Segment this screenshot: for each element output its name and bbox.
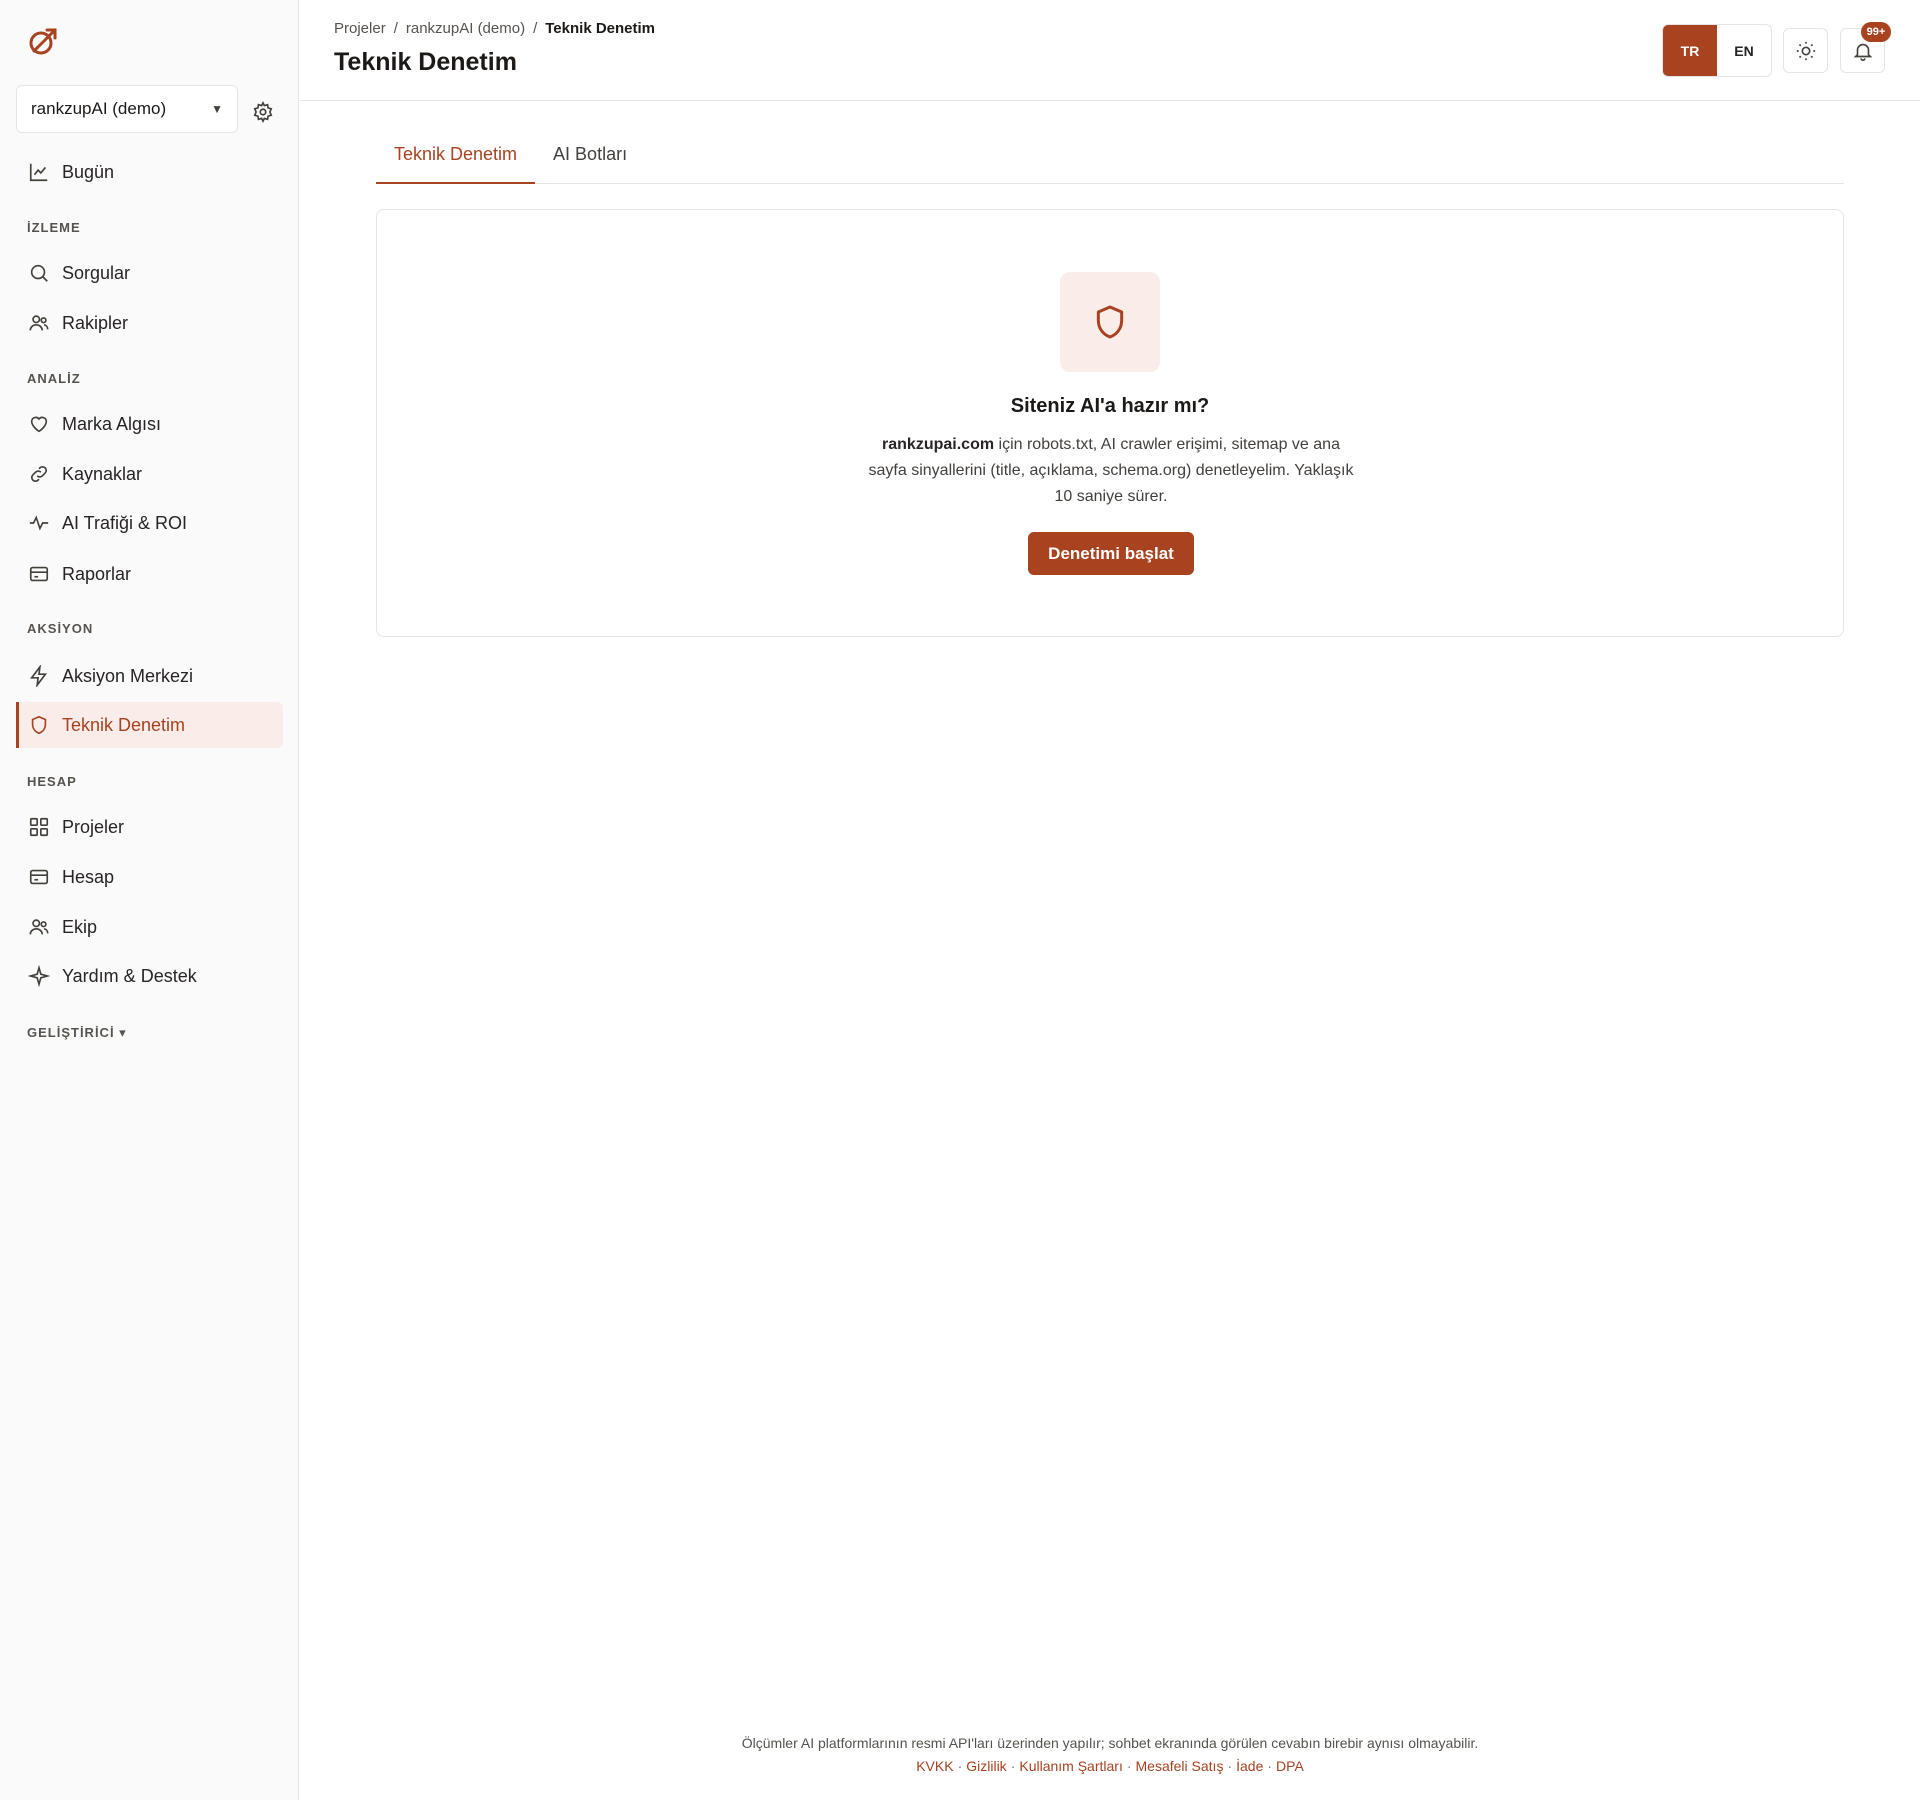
section-label-hesap: HESAP: [27, 774, 77, 789]
grid-icon: [29, 817, 49, 837]
footer-separator: ·: [1267, 1758, 1273, 1774]
sun-icon: [1796, 41, 1815, 60]
tab-bar: Teknik Denetim AI Botları: [376, 132, 1844, 184]
footer-link-kvkk[interactable]: KVKK: [916, 1758, 953, 1774]
credit-card-icon: [29, 869, 49, 885]
notifications-button[interactable]: 99+: [1840, 22, 1891, 73]
sidebar-item-label: Yardım & Destek: [62, 965, 197, 986]
sidebar-item-label: Aksiyon Merkezi: [62, 665, 194, 686]
section-toggle-gelistirici[interactable]: GELİŞTİRİCİ ▾: [27, 1025, 127, 1041]
section-label-analiz: ANALİZ: [27, 371, 81, 386]
users-icon: [29, 315, 49, 331]
tab-ai-botlari[interactable]: AI Botları: [535, 132, 645, 184]
section-label-aksiyon: AKSİYON: [27, 621, 94, 636]
audit-card: Siteniz AI'a hazır mı? rankzupai.com içi…: [376, 209, 1844, 637]
footer-links: KVKK · Gizlilik · Kullanım Şartları · Mesafeli…: [300, 1758, 1920, 1774]
activity-icon: [29, 515, 49, 531]
sidebar-item-label: Rakipler: [62, 312, 129, 333]
sidebar-item-label: Kaynaklar: [62, 463, 143, 484]
lang-en-button[interactable]: EN: [1717, 25, 1771, 76]
sidebar-item-label: Sorgular: [62, 262, 131, 283]
language-switch: TR EN: [1662, 24, 1772, 77]
sidebar-item-hesap[interactable]: Hesap: [16, 854, 283, 900]
sidebar-item-yardim[interactable]: Yardım & Destek: [16, 953, 283, 999]
theme-toggle-button[interactable]: [1783, 28, 1828, 73]
sidebar-item-label: Ekip: [62, 916, 98, 937]
users-icon: [29, 919, 49, 935]
start-audit-button[interactable]: Denetimi başlat: [1028, 532, 1194, 575]
project-selector-label: rankzupAI (demo): [31, 99, 167, 118]
footer-separator: ·: [1126, 1758, 1132, 1774]
heart-icon: [30, 416, 48, 433]
top-header: Projeler / rankzupAI (demo) / Teknik Den…: [300, 0, 1920, 101]
footer-link-gizlilik[interactable]: Gizlilik: [966, 1758, 1006, 1774]
sidebar-item-ai-trafigi[interactable]: AI Trafiği & ROI: [16, 500, 283, 546]
sidebar-item-kaynaklar[interactable]: Kaynaklar: [16, 451, 283, 497]
footer-disclaimer: Ölçümler AI platformlarının resmi API'la…: [741, 1735, 1479, 1751]
sidebar: rankzupAI (demo) ▼ Bugün İZLEME Sorgular…: [0, 0, 299, 1800]
page-title: Teknik Denetim: [334, 48, 517, 76]
sidebar-item-projeler[interactable]: Projeler: [16, 804, 283, 850]
sidebar-item-aksiyon-merkezi[interactable]: Aksiyon Merkezi: [16, 653, 283, 699]
target-domain: rankzupai.com: [882, 436, 995, 453]
chevron-down-icon: ▼: [211, 102, 223, 116]
sidebar-item-label: Raporlar: [62, 563, 132, 584]
sidebar-item-label: Teknik Denetim: [62, 714, 186, 735]
card-description: rankzupai.com için robots.txt, AI crawle…: [861, 432, 1361, 510]
card-title: Siteniz AI'a hazır mı?: [1010, 395, 1210, 417]
sidebar-item-label: AI Trafiği & ROI: [62, 512, 188, 533]
sidebar-item-teknik-denetim[interactable]: Teknik Denetim: [16, 702, 283, 748]
breadcrumb-separator: /: [533, 20, 538, 37]
sidebar-item-label: Projeler: [62, 816, 125, 837]
breadcrumb-separator: /: [393, 20, 398, 37]
sidebar-item-sorgular[interactable]: Sorgular: [16, 250, 283, 296]
link-icon: [30, 465, 48, 483]
sidebar-item-bugun[interactable]: Bugün: [16, 149, 283, 195]
card-icon: [29, 566, 49, 582]
sidebar-item-rakipler[interactable]: Rakipler: [16, 300, 283, 346]
breadcrumb: Projeler / rankzupAI (demo) / Teknik Den…: [334, 20, 655, 37]
search-icon: [30, 264, 48, 282]
footer-separator: ·: [957, 1758, 963, 1774]
gear-icon[interactable]: [252, 101, 274, 123]
shield-icon: [1096, 305, 1124, 339]
footer-separator: ·: [1227, 1758, 1233, 1774]
sidebar-item-raporlar[interactable]: Raporlar: [16, 551, 283, 597]
sidebar-item-label: Bugün: [62, 161, 115, 182]
breadcrumb-current: Teknik Denetim: [545, 20, 656, 37]
footer-separator: ·: [1010, 1758, 1016, 1774]
sidebar-item-label: Hesap: [62, 866, 115, 887]
sidebar-item-ekip[interactable]: Ekip: [16, 904, 283, 950]
notification-badge: 99+: [1861, 22, 1891, 42]
logo-icon[interactable]: [26, 24, 60, 58]
shield-badge: [1060, 272, 1160, 372]
sparkle-icon: [28, 965, 50, 987]
breadcrumb-project[interactable]: rankzupAI (demo): [406, 20, 525, 37]
shield-icon: [31, 715, 47, 735]
project-selector[interactable]: rankzupAI (demo) ▼: [16, 85, 238, 133]
chart-line-icon: [29, 163, 48, 182]
footer-link-mesafeli-satis[interactable]: Mesafeli Satış: [1136, 1758, 1224, 1774]
sidebar-item-label: Marka Algısı: [62, 413, 162, 434]
tab-teknik-denetim[interactable]: Teknik Denetim: [376, 132, 536, 184]
footer-link-kullanim[interactable]: Kullanım Şartları: [1019, 1758, 1122, 1774]
lang-tr-button[interactable]: TR: [1663, 25, 1717, 76]
footer-link-iade[interactable]: İade: [1236, 1758, 1263, 1774]
sidebar-item-marka-algisi[interactable]: Marka Algısı: [16, 401, 283, 447]
breadcrumb-projeler[interactable]: Projeler: [334, 20, 386, 37]
section-label-izleme: İZLEME: [27, 220, 81, 235]
bell-icon: [1853, 43, 1872, 61]
lightning-icon: [30, 665, 48, 687]
footer-link-dpa[interactable]: DPA: [1276, 1758, 1304, 1774]
